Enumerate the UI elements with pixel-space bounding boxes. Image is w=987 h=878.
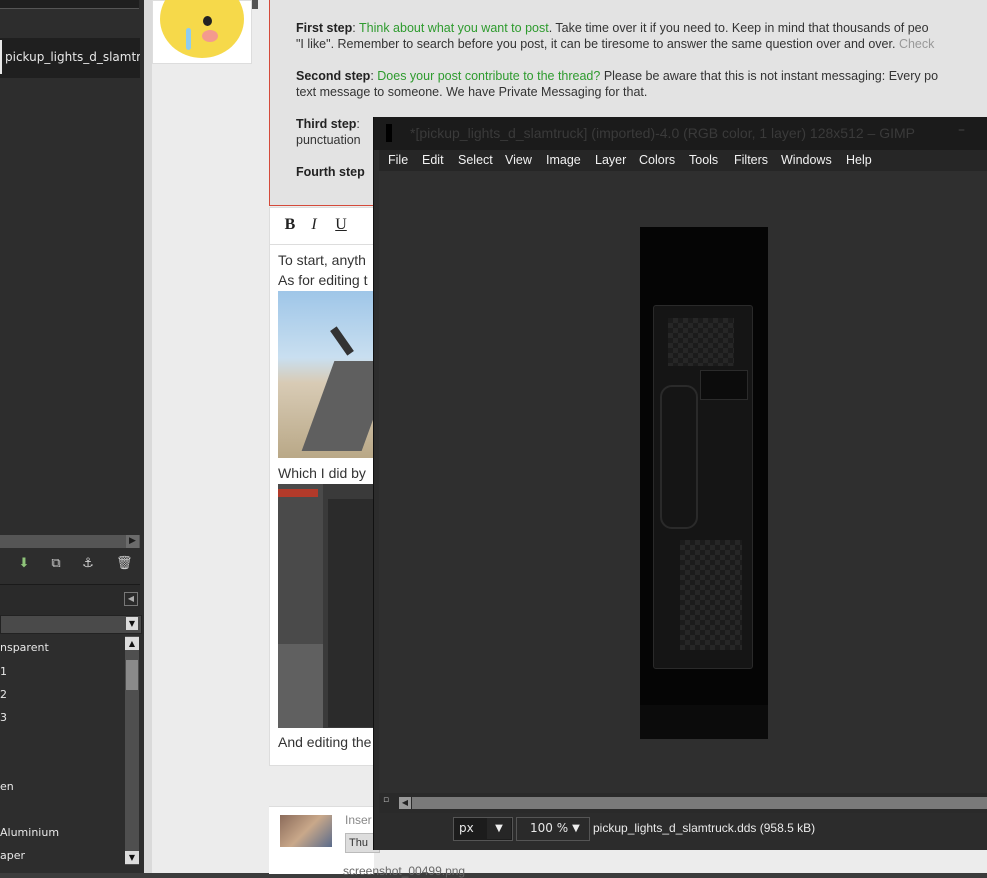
- menu-image[interactable]: Image: [546, 153, 581, 167]
- zoom-value: 100 %: [530, 821, 569, 835]
- menu-windows[interactable]: Windows: [781, 153, 832, 167]
- layer-name: pickup_lights_d_slamtruck.d: [5, 50, 140, 64]
- chevron-down-icon[interactable]: ▼: [125, 851, 139, 864]
- texture-light-block: [700, 370, 748, 400]
- scroll-right-icon[interactable]: ▶: [126, 535, 139, 548]
- menu-file[interactable]: File: [388, 153, 408, 167]
- texture-bottom-strip: [640, 705, 768, 739]
- italic-button[interactable]: I: [305, 215, 323, 235]
- menu-colors[interactable]: Colors: [639, 153, 675, 167]
- step-text: . Take time over it if you need to. Keep…: [548, 21, 929, 35]
- duplicate-layer-icon[interactable]: ⧉: [48, 556, 64, 572]
- step-text: Please be aware that this is not instant…: [600, 69, 939, 83]
- minimize-button[interactable]: –: [958, 122, 965, 138]
- menu-filters[interactable]: Filters: [734, 153, 768, 167]
- dock-menu-icon[interactable]: ◀: [124, 592, 138, 606]
- gradients-list: nsparent 1 2 3 en Aluminium aper: [0, 636, 124, 869]
- status-filename: pickup_lights_d_slamtruck.dds (958.5 kB): [593, 821, 816, 835]
- layer-thumbnail: [0, 40, 2, 74]
- chevron-down-icon[interactable]: ▼: [487, 818, 511, 839]
- dock-tab-bar: [0, 584, 140, 615]
- step-label: Third step: [296, 117, 357, 131]
- list-item[interactable]: Aluminium: [0, 826, 59, 839]
- window-title: *[pickup_lights_d_slamtruck] (imported)-…: [410, 125, 915, 141]
- list-item[interactable]: 3: [0, 711, 7, 724]
- editor-line: To start, anyth: [278, 252, 366, 268]
- list-item[interactable]: 1: [0, 665, 7, 678]
- editor-line: And editing the: [278, 734, 372, 750]
- page-gutter: [144, 0, 152, 873]
- underline-button[interactable]: U: [332, 215, 350, 235]
- embedded-screenshot-truck: [278, 291, 395, 458]
- layers-horizontal-scrollbar[interactable]: [0, 535, 140, 548]
- menu-view[interactable]: View: [505, 153, 532, 167]
- menu-select[interactable]: Select: [458, 153, 493, 167]
- lower-layer-icon[interactable]: ⬇: [16, 556, 32, 572]
- navigate-icon[interactable]: ▫: [383, 795, 389, 805]
- list-item[interactable]: en: [0, 780, 14, 793]
- editor-line: As for editing t: [278, 272, 368, 288]
- list-item[interactable]: nsparent: [0, 641, 49, 654]
- step-link[interactable]: Think about what you want to post: [359, 21, 549, 35]
- rule-step-1-line2: "I like". Remember to search before you …: [296, 37, 934, 51]
- layer-row[interactable]: pickup_lights_d_slamtruck.d: [0, 38, 140, 78]
- unit-value: px: [459, 821, 474, 835]
- layer-tools-row: ⬇ ⧉ ⚓ 🗑: [0, 552, 140, 578]
- embedded-screenshot-gimp: [278, 484, 373, 728]
- menu-help[interactable]: Help: [846, 153, 872, 167]
- chevron-down-icon[interactable]: ▼: [566, 818, 586, 839]
- texture-curve-shape: [660, 385, 698, 529]
- texture-transparent-area: [680, 540, 742, 650]
- rule-step-3-line2: punctuation: [296, 133, 361, 147]
- rule-step-4: Fourth step: [296, 165, 365, 179]
- menu-edit[interactable]: Edit: [422, 153, 444, 167]
- chevron-down-icon[interactable]: ▼: [126, 617, 138, 630]
- gradient-filter-combo[interactable]: [0, 615, 142, 634]
- bold-button[interactable]: B: [281, 215, 299, 235]
- delete-layer-icon[interactable]: 🗑: [116, 556, 133, 572]
- step-label: Fourth step: [296, 165, 365, 179]
- avatar-cheek: [202, 30, 218, 42]
- insert-label: Inser: [345, 813, 372, 827]
- scrollbar-thumb[interactable]: [126, 660, 138, 690]
- avatar-tear: [186, 28, 191, 50]
- step-label: First step: [296, 21, 353, 35]
- window-icon: [386, 124, 392, 142]
- avatar-eye: [203, 16, 212, 26]
- list-item[interactable]: 2: [0, 688, 7, 701]
- step-link[interactable]: Does your post contribute to the thread?: [377, 69, 600, 83]
- rule-step-3: Third step:: [296, 117, 360, 131]
- menu-layer[interactable]: Layer: [595, 153, 626, 167]
- attachment-filename: screenshot_00499.png: [343, 864, 466, 878]
- anchor-layer-icon[interactable]: ⚓: [80, 556, 96, 572]
- texture-transparent-area: [668, 318, 734, 366]
- menu-tools[interactable]: Tools: [689, 153, 718, 167]
- rule-step-1: First step: Think about what you want to…: [296, 21, 929, 35]
- dock-top-bar: [0, 0, 139, 9]
- chevron-up-icon[interactable]: ▲: [125, 637, 139, 650]
- rule-step-2: Second step: Does your post contribute t…: [296, 69, 939, 83]
- step-label: Second step: [296, 69, 371, 83]
- check-link[interactable]: Check: [899, 37, 934, 51]
- list-item[interactable]: aper: [0, 849, 25, 862]
- scroll-left-icon[interactable]: ◀: [399, 797, 411, 809]
- attachment-thumbnail[interactable]: [280, 815, 332, 847]
- canvas-horizontal-scrollbar[interactable]: [412, 797, 987, 809]
- step-text: "I like". Remember to search before you …: [296, 37, 896, 51]
- rule-step-2-line2: text message to someone. We have Private…: [296, 85, 648, 99]
- editor-line: Which I did by: [278, 465, 366, 481]
